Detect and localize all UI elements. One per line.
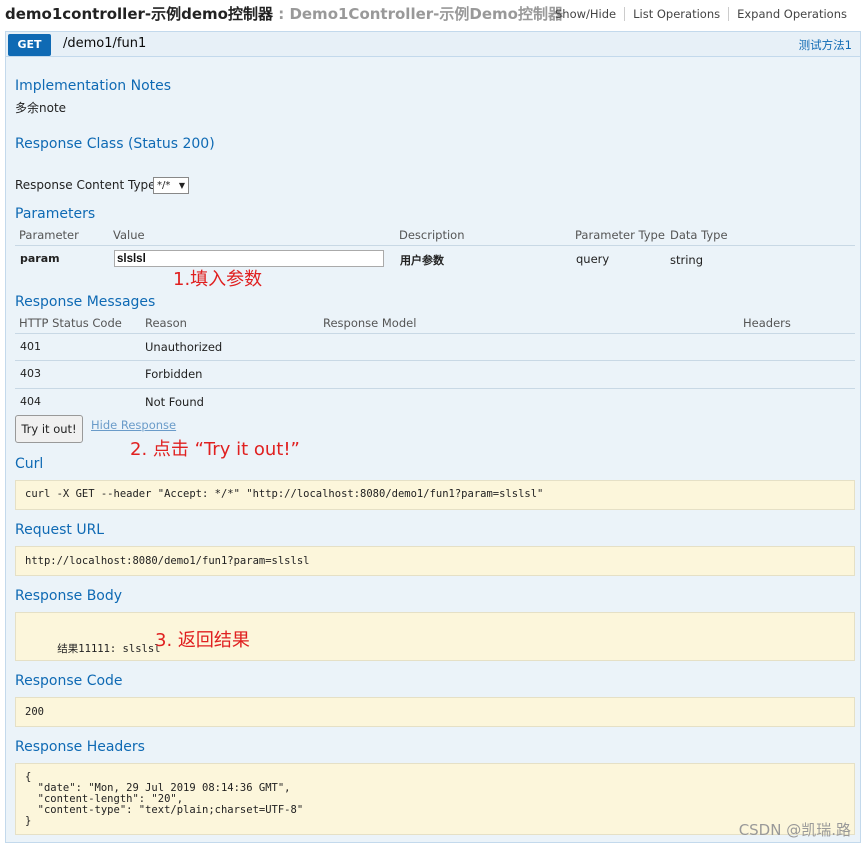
try-it-out-button[interactable]: Try it out!: [15, 415, 83, 443]
status-reason: Not Found: [145, 395, 204, 409]
col-response-model: Response Model: [323, 316, 417, 330]
curl-title: Curl: [15, 456, 44, 472]
chevron-down-icon: ▼: [178, 181, 185, 190]
watermark: CSDN @凯瑞.路: [738, 821, 851, 839]
curl-command: curl -X GET --header "Accept: */*" "http…: [15, 480, 855, 510]
hide-response-link[interactable]: Hide Response: [91, 418, 176, 432]
col-value: Value: [113, 228, 145, 242]
parameters-header: Parameter Value Description Parameter Ty…: [6, 228, 862, 246]
operation-path[interactable]: /demo1/fun1: [63, 36, 146, 51]
row-divider: [15, 360, 855, 361]
title-separator: :: [278, 5, 285, 23]
content-type-value: */*: [157, 180, 171, 191]
param-description: 用户参数: [400, 254, 444, 267]
controller-description: Demo1Controller-示例Demo控制器: [289, 5, 563, 23]
controller-title[interactable]: demo1controller-示例demo控制器 : Demo1Control…: [5, 3, 563, 24]
request-url-title: Request URL: [15, 522, 105, 538]
response-body-title: Response Body: [15, 588, 123, 604]
response-messages-header: HTTP Status Code Reason Response Model H…: [6, 316, 862, 334]
response-code-title: Response Code: [15, 673, 123, 689]
annotation-step3: 3. 返回结果: [155, 630, 250, 651]
status-code: 401: [20, 340, 41, 353]
expand-operations-link[interactable]: Expand Operations: [728, 7, 855, 21]
response-class-title: Response Class (Status 200): [15, 136, 215, 152]
operation-heading[interactable]: GET /demo1/fun1 测试方法1: [5, 31, 861, 57]
param-data-type: string: [670, 253, 704, 267]
response-headers-value: { "date": "Mon, 29 Jul 2019 08:14:36 GMT…: [15, 763, 855, 835]
controller-name[interactable]: demo1controller-示例demo控制器: [5, 5, 273, 23]
status-code: 403: [20, 367, 41, 380]
list-operations-link[interactable]: List Operations: [624, 7, 729, 21]
response-body-value: 结果11111: slslsl: [57, 643, 161, 655]
col-data-type: Data Type: [670, 228, 728, 242]
status-reason: Unauthorized: [145, 340, 223, 354]
col-status-code: HTTP Status Code: [19, 316, 122, 330]
col-reason: Reason: [145, 316, 187, 330]
operation-content: Implementation Notes 多余note Response Cla…: [5, 57, 861, 843]
resource-links: Show/Hide List Operations Expand Operation…: [555, 7, 855, 21]
row-divider: [15, 388, 855, 389]
response-body-block: 结果11111: slslsl: [15, 612, 855, 661]
resource-header: demo1controller-示例demo控制器 : Demo1Control…: [0, 0, 865, 30]
content-type-label: Response Content Type: [15, 178, 156, 192]
operation-summary[interactable]: 测试方法1: [799, 37, 852, 53]
messages-divider: [15, 333, 855, 334]
implementation-notes-title: Implementation Notes: [15, 78, 172, 94]
implementation-note: 多余note: [15, 101, 67, 115]
status-code: 404: [20, 395, 41, 408]
parameters-divider: [15, 245, 855, 246]
col-parameter-type: Parameter Type: [575, 228, 665, 242]
annotation-step1: 1.填入参数: [173, 269, 263, 290]
parameters-title: Parameters: [15, 206, 96, 222]
content-type-select[interactable]: */* ▼: [153, 177, 189, 194]
show-hide-link[interactable]: Show/Hide: [555, 7, 624, 21]
request-url-value: http://localhost:8080/demo1/fun1?param=s…: [15, 546, 855, 576]
param-type: query: [576, 252, 610, 266]
response-messages-title: Response Messages: [15, 294, 156, 310]
annotation-step2: 2. 点击 “Try it out!”: [130, 439, 300, 460]
response-code-value: 200: [15, 697, 855, 727]
col-parameter: Parameter: [19, 228, 79, 242]
http-method-badge[interactable]: GET: [8, 34, 51, 56]
col-headers: Headers: [743, 316, 791, 330]
status-reason: Forbidden: [145, 367, 203, 381]
param-name: param: [20, 252, 60, 265]
col-description: Description: [399, 228, 465, 242]
response-headers-title: Response Headers: [15, 739, 145, 755]
